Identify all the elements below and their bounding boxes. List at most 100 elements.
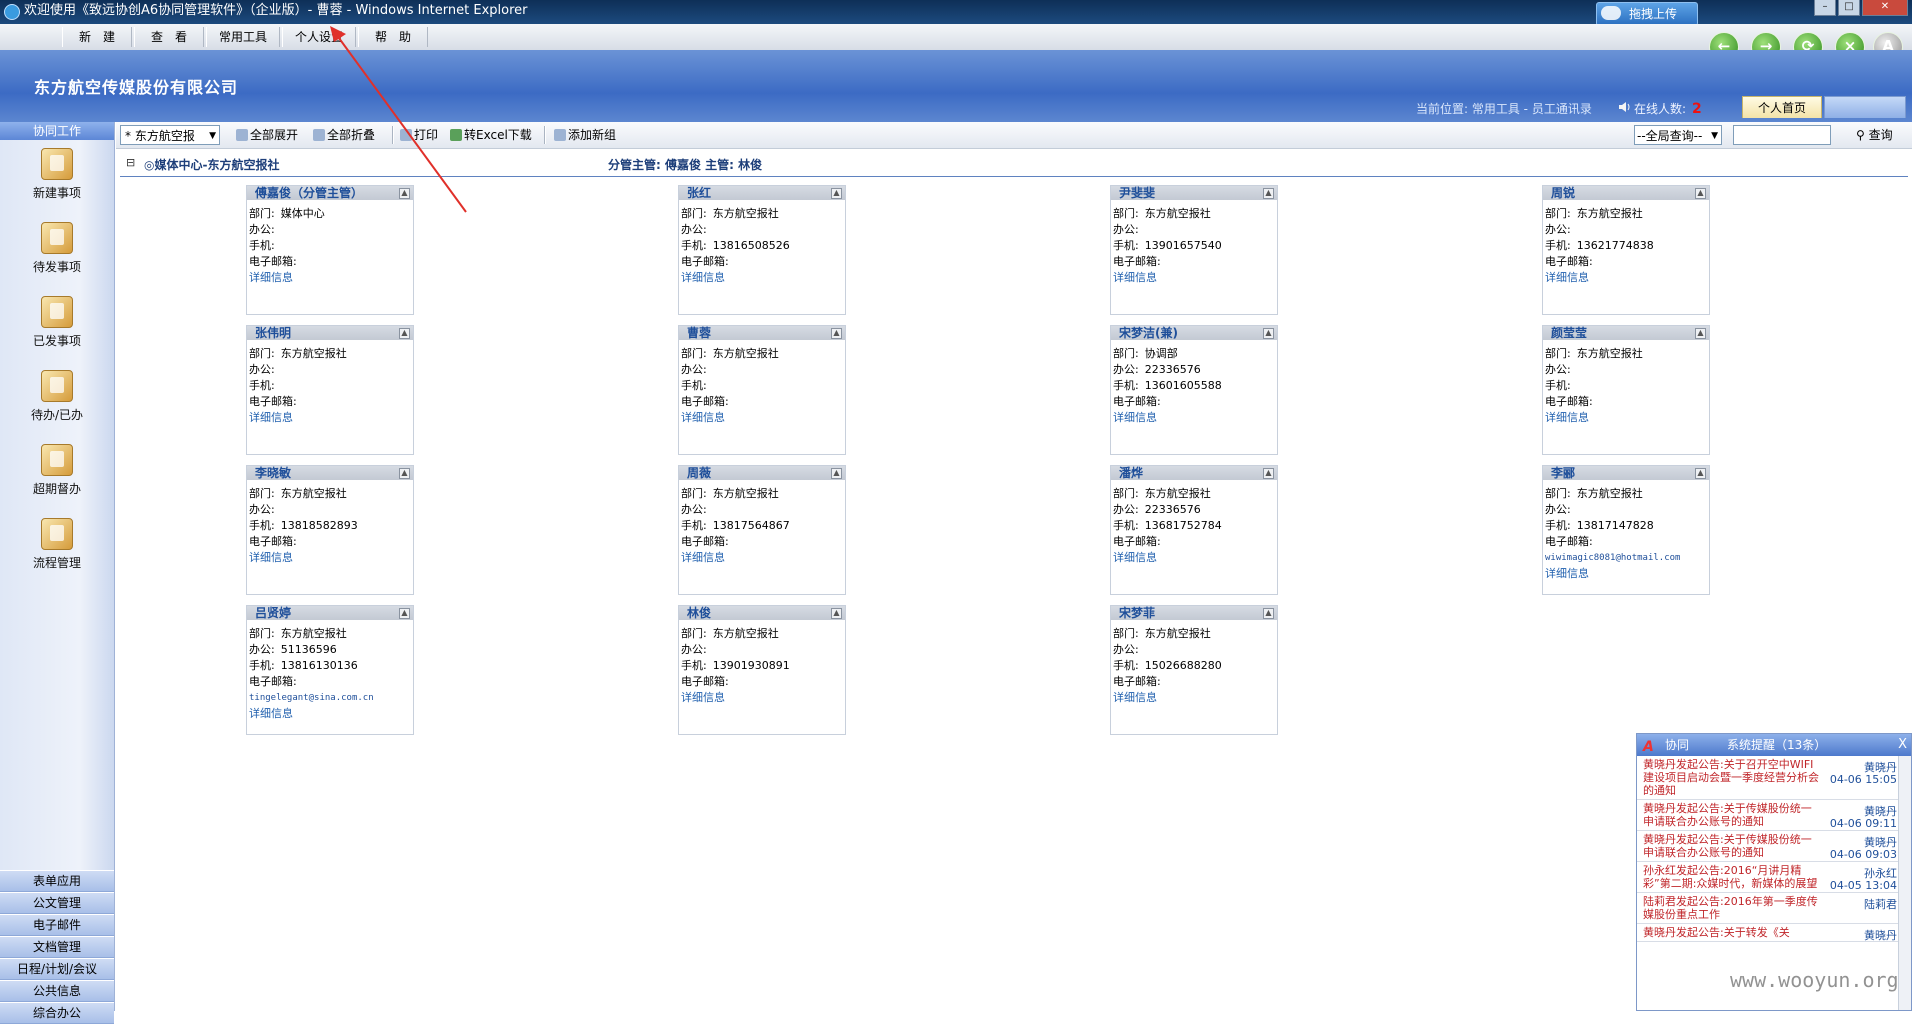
contact-card-header: 曹蓉 ▲ — [679, 326, 845, 340]
sidebar-item-new[interactable]: 新建事项 — [0, 148, 114, 201]
notification-item[interactable]: 黄晓丹发起公告:关于传媒股份统一申请联合办公账号的通知 黄晓丹 04-06 09:0… — [1637, 831, 1911, 862]
collapse-toggle-icon[interactable]: ⊟ — [126, 156, 135, 169]
detail-link[interactable]: 详细信息 — [249, 271, 293, 284]
sidebar-cat-office[interactable]: 综合办公 — [0, 1002, 114, 1024]
sidebar-cat-schedule[interactable]: 日程/计划/会议 — [0, 958, 114, 980]
minimize-card-icon[interactable]: ▲ — [1263, 328, 1274, 339]
sidebar-item-todo[interactable]: 待办/已办 — [0, 370, 114, 423]
sidebar-cat-documents-official[interactable]: 公文管理 — [0, 892, 114, 914]
detail-link[interactable]: 详细信息 — [249, 551, 293, 564]
detail-link[interactable]: 详细信息 — [249, 411, 293, 424]
detail-link[interactable]: 详细信息 — [1113, 271, 1157, 284]
sidebar-item-workflow[interactable]: 流程管理 — [0, 518, 114, 571]
menu-new[interactable]: 新 建 — [62, 27, 132, 47]
sidebar-item-sent[interactable]: 已发事项 — [0, 296, 114, 349]
menu-personal-settings[interactable]: 个人设置 — [282, 27, 356, 47]
minimize-card-icon[interactable]: ▲ — [1263, 468, 1274, 479]
detail-link[interactable]: 详细信息 — [249, 707, 293, 720]
minimize-window-button[interactable]: – — [1814, 0, 1836, 16]
expand-all-button[interactable]: 全部展开 — [236, 126, 298, 144]
minimize-card-icon[interactable]: ▲ — [831, 328, 842, 339]
dept-label: 部门: — [1545, 487, 1571, 500]
menu-view[interactable]: 查 看 — [134, 27, 204, 47]
sidebar-cat-forms[interactable]: 表单应用 — [0, 870, 114, 892]
minimize-card-icon[interactable]: ▲ — [1695, 188, 1706, 199]
online-users[interactable]: 在线人数: 2 — [1634, 100, 1702, 117]
detail-link[interactable]: 详细信息 — [681, 691, 725, 704]
detail-link[interactable]: 详细信息 — [1545, 271, 1589, 284]
contact-card: 张伟明 ▲ 部门: 东方航空报社 办公: 手机: 电子邮箱: 详细信息 — [246, 325, 414, 455]
print-button[interactable]: 打印 — [400, 126, 438, 144]
contact-office: 22336576 — [1144, 503, 1201, 516]
office-label: 办公: — [1545, 223, 1571, 236]
drag-upload-button[interactable]: 拖拽上传 — [1596, 2, 1698, 26]
menu-tools[interactable]: 常用工具 — [206, 27, 280, 47]
sidebar-item-overdue[interactable]: 超期督办 — [0, 444, 114, 497]
notification-item[interactable]: 陆莉君发起公告:2016年第一季度传媒股份重点工作 陆莉君 — [1637, 893, 1911, 924]
minimize-card-icon[interactable]: ▲ — [1263, 188, 1274, 199]
contact-name: 周薇 — [687, 466, 712, 480]
detail-link[interactable]: 详细信息 — [1545, 411, 1589, 424]
contact-card-header: 张伟明 ▲ — [247, 326, 413, 340]
minimize-card-icon[interactable]: ▲ — [831, 188, 842, 199]
collapse-all-button[interactable]: 全部折叠 — [313, 126, 375, 144]
minimize-card-icon[interactable]: ▲ — [1695, 468, 1706, 479]
detail-link[interactable]: 详细信息 — [1113, 411, 1157, 424]
sidebar-section-head[interactable]: 协同工作 — [0, 122, 114, 140]
office-label: 办公: — [249, 363, 275, 376]
home-tab-secondary[interactable] — [1824, 96, 1906, 118]
detail-link[interactable]: 详细信息 — [681, 551, 725, 564]
minimize-card-icon[interactable]: ▲ — [399, 608, 410, 619]
notification-scrollbar[interactable] — [1898, 756, 1911, 1010]
minimize-card-icon[interactable]: ▲ — [831, 608, 842, 619]
search-input[interactable] — [1733, 125, 1831, 145]
minimize-card-icon[interactable]: ▲ — [399, 468, 410, 479]
contact-card: 宋梦洁(兼) ▲ 部门: 协调部 办公: 22336576 手机: 13601605588 电子… — [1110, 325, 1278, 455]
tab-system-reminders[interactable]: 系统提醒（13条） — [1727, 734, 1826, 756]
contact-name: 傅嘉俊（分管主管） — [255, 186, 364, 200]
contact-email[interactable]: tingelegant@sina.com.cn — [249, 690, 413, 706]
minimize-card-icon[interactable]: ▲ — [1263, 608, 1274, 619]
notification-sender: 黄晓丹 — [1864, 929, 1897, 942]
mobile-label: 手机: — [681, 659, 707, 672]
email-label: 电子邮箱: — [1113, 675, 1161, 688]
excel-download-button[interactable]: 转Excel下载 — [450, 126, 532, 144]
window-title: 欢迎使用《致远协创A6协同管理软件》（企业版）- 曹蓉 - Windows In… — [24, 3, 528, 18]
group-name: ◎媒体中心-东方航空报社 — [144, 158, 280, 172]
search-button[interactable]: ⚲ 查询 — [1856, 126, 1893, 144]
sidebar-item-pending-send[interactable]: 待发事项 — [0, 222, 114, 275]
contact-mobile: 13901930891 — [712, 659, 790, 672]
contact-card: 周薇 ▲ 部门: 东方航空报社 办公: 手机: 13817564867 电子邮箱: 详细信息 — [678, 465, 846, 595]
detail-link[interactable]: 详细信息 — [681, 271, 725, 284]
tab-collaboration[interactable]: 协同 — [1665, 734, 1689, 756]
dept-label: 部门: — [1545, 347, 1571, 360]
menu-help[interactable]: 帮 助 — [358, 27, 428, 47]
global-search-select[interactable]: --全局查询-- ▼ — [1634, 125, 1722, 145]
contact-card: 张红 ▲ 部门: 东方航空报社 办公: 手机: 13816508526 电子邮箱: 详细信息 — [678, 185, 846, 315]
add-group-button[interactable]: 添加新组 — [554, 126, 616, 144]
detail-link[interactable]: 详细信息 — [1545, 567, 1589, 580]
sidebar-cat-email[interactable]: 电子邮件 — [0, 914, 114, 936]
detail-link[interactable]: 详细信息 — [1113, 551, 1157, 564]
minimize-card-icon[interactable]: ▲ — [831, 468, 842, 479]
minimize-card-icon[interactable]: ▲ — [399, 328, 410, 339]
sidebar-cat-docs[interactable]: 文档管理 — [0, 936, 114, 958]
notification-item[interactable]: 黄晓丹发起公告:关于传媒股份统一申请联合办公账号的通知 黄晓丹 04-06 09:1… — [1637, 800, 1911, 831]
close-icon[interactable]: X — [1898, 734, 1907, 756]
contact-dept: 东方航空报社 — [712, 207, 779, 220]
minimize-card-icon[interactable]: ▲ — [399, 188, 410, 199]
maximize-window-button[interactable]: □ — [1838, 0, 1860, 16]
sidebar-cat-public-info[interactable]: 公共信息 — [0, 980, 114, 1002]
dept-label: 部门: — [249, 347, 275, 360]
personal-home-tab[interactable]: 个人首页 — [1742, 96, 1822, 118]
notification-item[interactable]: 黄晓丹发起公告:关于转发《关 黄晓丹 — [1637, 924, 1911, 942]
minimize-card-icon[interactable]: ▲ — [1695, 328, 1706, 339]
contact-email[interactable]: wiwimagic8081@hotmail.com — [1545, 550, 1709, 566]
notification-item[interactable]: 黄晓丹发起公告:关于召开空中WIFI建设项目启动会暨一季度经营分析会的通知 黄晓丹… — [1637, 756, 1911, 800]
toolbar-divider — [544, 126, 546, 144]
detail-link[interactable]: 详细信息 — [1113, 691, 1157, 704]
notification-item[interactable]: 孙永红发起公告:2016“月讲月精彩”第二期:众媒时代，新媒体的展望 孙永红 04-… — [1637, 862, 1911, 893]
close-window-button[interactable]: ✕ — [1862, 0, 1908, 16]
detail-link[interactable]: 详细信息 — [681, 411, 725, 424]
department-select[interactable]: * 东方航空报 ▼ — [120, 125, 220, 145]
